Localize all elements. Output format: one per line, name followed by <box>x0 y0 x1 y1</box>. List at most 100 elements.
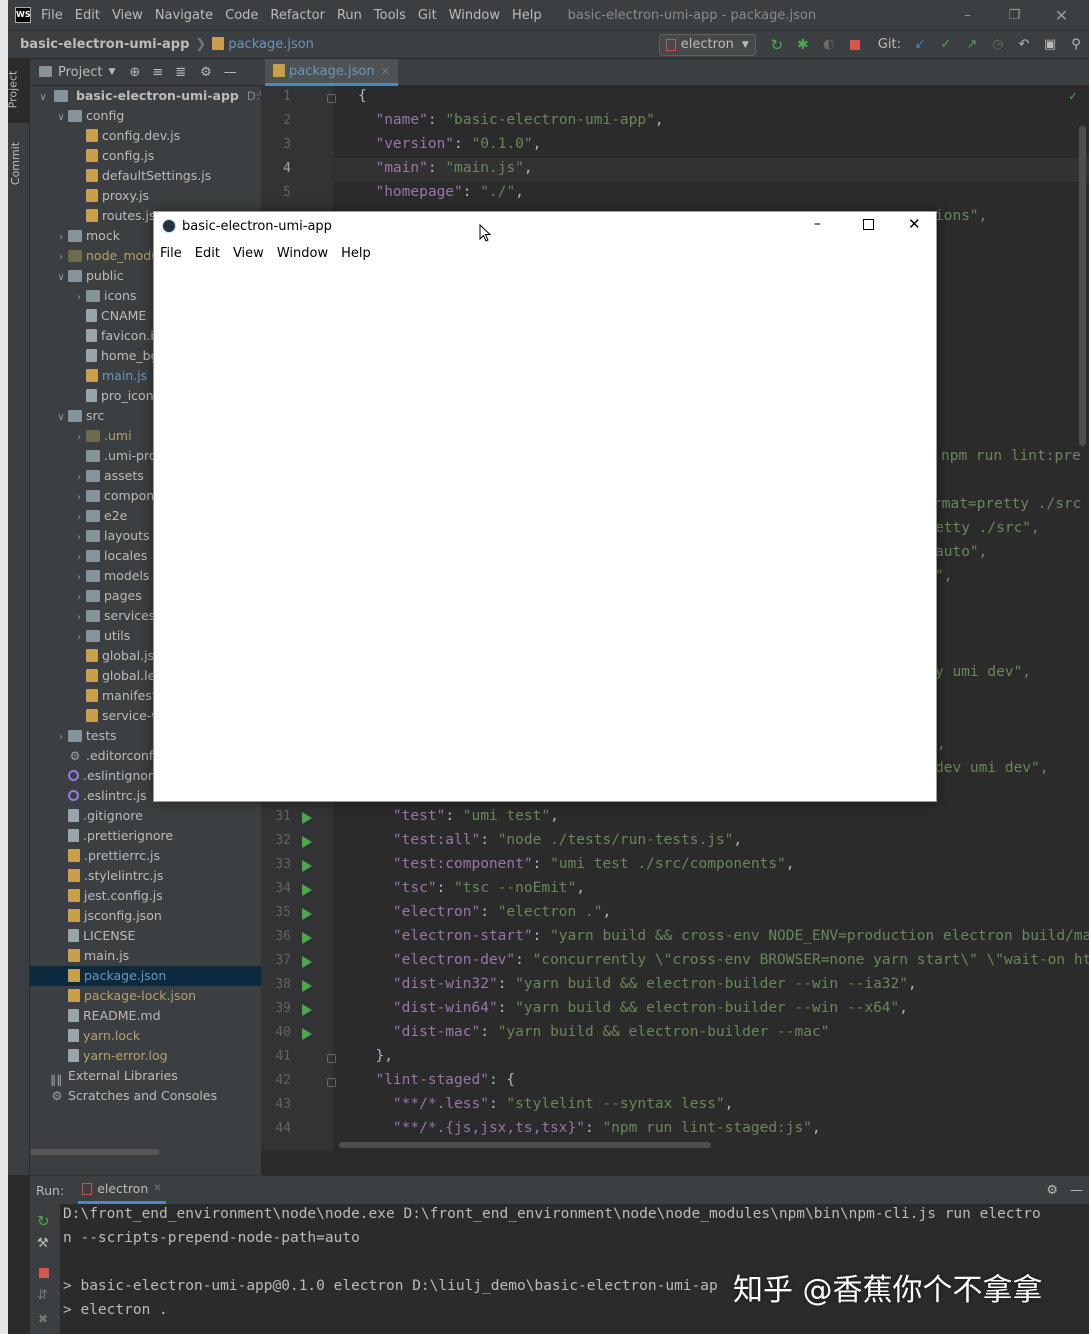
tree-item[interactable]: package.json <box>30 966 261 986</box>
fold-marker-icon[interactable] <box>327 94 336 103</box>
tree-item[interactable]: proxy.js <box>30 186 261 206</box>
tool-window-project[interactable]: Project <box>6 59 29 123</box>
tree-item[interactable]: jest.config.js <box>30 886 261 906</box>
chevron-right-icon[interactable]: › <box>72 548 86 566</box>
tree-item[interactable]: ∨ config <box>30 106 261 126</box>
chevron-right-icon[interactable]: › <box>72 508 86 526</box>
hide-panel-icon[interactable]: — <box>224 65 237 80</box>
project-view-select[interactable]: Project <box>58 65 102 80</box>
close-tab-icon[interactable]: ✕ <box>381 65 390 78</box>
chevron-down-icon[interactable]: ∨ <box>54 408 68 426</box>
gear-icon[interactable]: ⚙ <box>200 65 212 80</box>
tree-item[interactable]: LICENSE <box>30 926 261 946</box>
editor-tab-package-json[interactable]: package.json ✕ <box>265 59 398 86</box>
tree-item[interactable]: package-lock.json <box>30 986 261 1006</box>
breadcrumb-file[interactable]: package.json <box>228 37 314 52</box>
run-tab-electron[interactable]: electron ✕ <box>78 1176 166 1204</box>
chevron-down-icon[interactable]: ∨ <box>54 108 68 126</box>
expand-all-icon[interactable]: ≡ <box>152 65 163 80</box>
editor-vertical-scrollbar[interactable] <box>1079 126 1086 446</box>
menu-view[interactable]: View <box>112 8 143 23</box>
chevron-down-icon[interactable]: ∨ <box>54 268 68 286</box>
search-icon[interactable]: ⚲ <box>1065 34 1087 56</box>
run-script-icon[interactable] <box>302 860 312 872</box>
run-script-icon[interactable] <box>302 836 312 848</box>
run-script-icon[interactable] <box>302 1028 312 1040</box>
tree-item[interactable]: .stylelintrc.js <box>30 866 261 886</box>
fold-marker-icon[interactable] <box>327 1054 336 1063</box>
menu-window[interactable]: Window <box>449 8 500 23</box>
locate-icon[interactable]: ⊕ <box>129 65 140 80</box>
run-script-icon[interactable] <box>302 884 312 896</box>
tree-item[interactable]: jsconfig.json <box>30 906 261 926</box>
chevron-right-icon[interactable]: › <box>72 428 86 446</box>
electron-menu-window[interactable]: Window <box>277 246 328 261</box>
chevron-right-icon[interactable]: › <box>72 468 86 486</box>
git-update-icon[interactable]: ↙ <box>909 34 931 56</box>
tree-item[interactable]: config.dev.js <box>30 126 261 146</box>
tree-item[interactable]: yarn.lock <box>30 1026 261 1046</box>
run-config-select[interactable]: electron ▼ <box>658 33 756 56</box>
tree-item[interactable]: main.js <box>30 946 261 966</box>
chevron-right-icon[interactable]: › <box>72 588 86 606</box>
git-commit-icon[interactable]: ✓ <box>935 34 957 56</box>
chevron-right-icon[interactable]: › <box>72 628 86 646</box>
chevron-right-icon[interactable]: › <box>72 488 86 506</box>
git-rollback-icon[interactable]: ↶ <box>1013 34 1035 56</box>
restore-button[interactable]: ❐ <box>991 8 1038 23</box>
run-script-icon[interactable] <box>302 980 312 992</box>
coverage-icon[interactable]: ◐ <box>818 34 840 56</box>
run-script-icon[interactable] <box>302 932 312 944</box>
chevron-right-icon[interactable]: › <box>72 568 86 586</box>
git-history-icon[interactable]: ◷ <box>987 34 1009 56</box>
close-button[interactable]: ✕ <box>1038 6 1085 25</box>
menu-tools[interactable]: Tools <box>374 8 406 23</box>
tree-item[interactable]: defaultSettings.js <box>30 166 261 186</box>
close-button[interactable]: ✕ <box>908 215 921 233</box>
collapse-all-icon[interactable]: ≣ <box>175 65 186 80</box>
git-push-icon[interactable]: ↗ <box>961 34 983 56</box>
chevron-right-icon[interactable]: › <box>54 248 68 266</box>
tree-item[interactable]: .gitignore <box>30 806 261 826</box>
scratches-and-consoles[interactable]: ⚙ Scratches and Consoles <box>30 1086 261 1106</box>
external-libraries[interactable]: ‖‖ External Libraries <box>30 1066 261 1086</box>
menu-edit[interactable]: Edit <box>75 8 100 23</box>
chevron-down-icon[interactable]: ▼ <box>108 67 115 77</box>
chevron-right-icon[interactable]: › <box>72 288 86 306</box>
tree-horizontal-scrollbar[interactable] <box>30 1149 159 1155</box>
chevron-right-icon[interactable]: › <box>72 608 86 626</box>
run-script-icon[interactable] <box>302 812 312 824</box>
chevron-down-icon[interactable]: ∨ <box>36 88 50 106</box>
hide-panel-icon[interactable]: — <box>1070 1183 1083 1198</box>
breadcrumb-project[interactable]: basic-electron-umi-app <box>20 37 189 52</box>
debug-icon[interactable]: ✱ <box>792 34 814 56</box>
run-script-icon[interactable] <box>302 908 312 920</box>
tree-item[interactable]: .prettierignore <box>30 826 261 846</box>
menu-code[interactable]: Code <box>225 8 258 23</box>
electron-menu-view[interactable]: View <box>233 246 264 261</box>
project-structure-icon[interactable]: ▣ <box>1039 34 1061 56</box>
minimize-button[interactable]: – <box>814 216 821 232</box>
electron-menu-help[interactable]: Help <box>341 246 371 261</box>
menu-git[interactable]: Git <box>418 8 437 23</box>
fold-marker-icon[interactable] <box>327 1078 336 1087</box>
menu-help[interactable]: Help <box>512 8 542 23</box>
gear-icon[interactable]: ⚙ <box>1046 1183 1058 1198</box>
tree-item[interactable]: README.md <box>30 1006 261 1026</box>
tree-item[interactable]: config.js <box>30 146 261 166</box>
electron-menu-file[interactable]: File <box>160 246 182 261</box>
chevron-right-icon[interactable]: › <box>54 728 68 746</box>
maximize-button[interactable] <box>863 219 874 230</box>
tool-window-commit[interactable]: Commit <box>8 133 29 203</box>
minimize-button[interactable]: – <box>944 8 991 23</box>
chevron-right-icon[interactable]: › <box>54 228 68 246</box>
electron-menu-edit[interactable]: Edit <box>195 246 220 261</box>
menu-navigate[interactable]: Navigate <box>155 8 213 23</box>
rerun-icon[interactable]: ↻ <box>766 34 788 56</box>
close-tab-icon[interactable]: ✕ <box>153 1183 161 1194</box>
menu-file[interactable]: File <box>41 8 63 23</box>
tree-item[interactable]: yarn-error.log <box>30 1046 261 1066</box>
tree-item[interactable]: .prettierrc.js <box>30 846 261 866</box>
editor-horizontal-scrollbar[interactable] <box>339 1142 711 1148</box>
menu-run[interactable]: Run <box>337 8 362 23</box>
